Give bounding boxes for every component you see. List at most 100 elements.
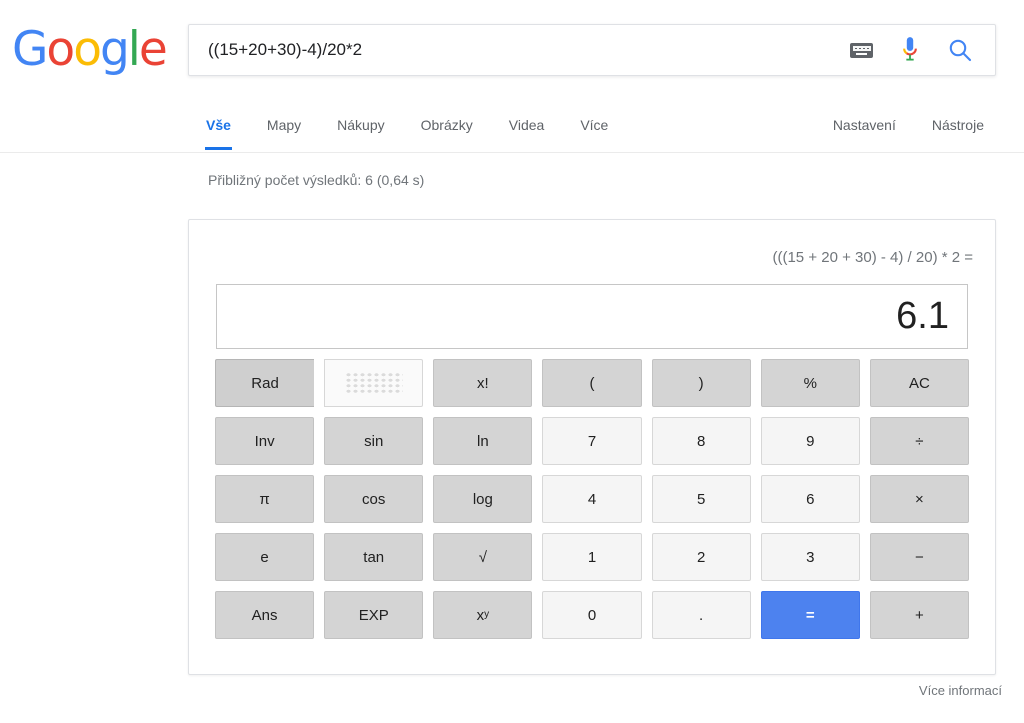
key-digit-2[interactable]: 2 bbox=[651, 533, 751, 581]
search-bar[interactable] bbox=[188, 24, 996, 76]
key-minus[interactable]: − bbox=[869, 533, 969, 581]
logo-letter-o1: o bbox=[46, 22, 75, 77]
key-log[interactable]: log bbox=[433, 475, 533, 523]
tab-label: Obrázky bbox=[420, 117, 473, 133]
settings-button[interactable]: Nastavení bbox=[815, 99, 914, 149]
keyboard-glyph bbox=[850, 42, 873, 58]
google-logo[interactable]: Google bbox=[12, 22, 168, 77]
tab-label: Videa bbox=[508, 117, 545, 133]
search-bar-icons bbox=[850, 36, 995, 64]
result-stats: Přibližný počet výsledků: 6 (0,64 s) bbox=[208, 172, 425, 188]
calculator-display[interactable]: 6.1 bbox=[216, 284, 968, 349]
key-label: 9 bbox=[806, 432, 815, 450]
key-label: 6 bbox=[806, 490, 815, 508]
key-tan[interactable]: tan bbox=[324, 533, 424, 581]
calculator-expression: (((15 + 20 + 30) - 4) / 20) * 2 = bbox=[772, 249, 973, 266]
search-glyph bbox=[949, 39, 972, 62]
key-label: √ bbox=[478, 548, 487, 566]
search-input[interactable] bbox=[189, 37, 850, 63]
key-power[interactable]: xy bbox=[433, 591, 533, 639]
tab-vse[interactable]: Vše bbox=[188, 99, 249, 150]
key-label: − bbox=[915, 548, 924, 566]
tab-nakupy[interactable]: Nákupy bbox=[319, 99, 402, 149]
tab-label: Vše bbox=[206, 117, 231, 133]
keyboard-icon[interactable] bbox=[850, 42, 873, 58]
key-percent[interactable]: % bbox=[760, 359, 860, 407]
tools-button[interactable]: Nástroje bbox=[914, 99, 1002, 149]
key-digit-8[interactable]: 8 bbox=[651, 417, 751, 465]
tab-videa[interactable]: Videa bbox=[491, 99, 563, 149]
key-label: 2 bbox=[696, 548, 706, 566]
logo-letter-e: e bbox=[138, 22, 168, 77]
key-cos[interactable]: cos bbox=[324, 475, 424, 523]
key-label: tan bbox=[363, 548, 385, 566]
rad-label: Rad bbox=[251, 374, 279, 392]
key-euler[interactable]: e bbox=[215, 533, 315, 581]
tab-label: Nákupy bbox=[337, 117, 385, 133]
key-equals[interactable]: = bbox=[760, 591, 860, 639]
logo-letter-g2: g bbox=[99, 22, 130, 77]
key-close-paren[interactable]: ) bbox=[651, 359, 751, 407]
key-factorial[interactable]: x! bbox=[433, 359, 533, 407]
search-nav-bar: Vše Mapy Nákupy Obrázky Videa Více Nasta… bbox=[0, 99, 1024, 153]
nav-actions: Nastavení Nástroje bbox=[815, 99, 1002, 149]
more-info-link[interactable]: Více informací bbox=[919, 683, 1002, 698]
key-decimal-point[interactable]: . bbox=[651, 591, 751, 639]
deg-mode-button[interactable] bbox=[324, 359, 424, 407]
key-label: 0 bbox=[587, 606, 597, 624]
tab-label: Více bbox=[580, 117, 609, 133]
tab-obrazky[interactable]: Obrázky bbox=[403, 99, 491, 149]
key-label: Ans bbox=[251, 606, 278, 624]
key-multiply[interactable]: × bbox=[869, 475, 969, 523]
key-digit-4[interactable]: 4 bbox=[542, 475, 642, 523]
key-label: cos bbox=[362, 490, 386, 508]
key-label: AC bbox=[909, 374, 930, 392]
microphone-icon[interactable] bbox=[899, 36, 921, 64]
tab-label: Mapy bbox=[266, 117, 302, 133]
key-inverse[interactable]: Inv bbox=[215, 417, 315, 465]
key-digit-3[interactable]: 3 bbox=[760, 533, 860, 581]
key-digit-9[interactable]: 9 bbox=[760, 417, 860, 465]
key-label: 4 bbox=[587, 490, 597, 508]
key-digit-1[interactable]: 1 bbox=[542, 533, 642, 581]
key-label: ( bbox=[589, 374, 595, 392]
key-answer[interactable]: Ans bbox=[215, 591, 315, 639]
nav-tabs: Vše Mapy Nákupy Obrázky Videa Více bbox=[188, 99, 626, 150]
key-digit-0[interactable]: 0 bbox=[542, 591, 642, 639]
key-digit-7[interactable]: 7 bbox=[542, 417, 642, 465]
tab-mapy[interactable]: Mapy bbox=[249, 99, 319, 149]
page-header: Google bbox=[0, 0, 1024, 99]
microphone-glyph bbox=[903, 37, 917, 61]
key-label: × bbox=[915, 490, 924, 508]
key-pi[interactable]: π bbox=[215, 475, 315, 523]
logo-letter-o2: o bbox=[73, 22, 102, 77]
logo-letter-l: l bbox=[127, 22, 141, 77]
calculator-card: (((15 + 20 + 30) - 4) / 20) * 2 = 6.1 Ra… bbox=[188, 219, 996, 675]
key-label: ) bbox=[698, 374, 704, 392]
key-plus[interactable]: + bbox=[869, 591, 969, 639]
key-sin[interactable]: sin bbox=[324, 417, 424, 465]
settings-label: Nastavení bbox=[832, 117, 896, 133]
key-digit-5[interactable]: 5 bbox=[651, 475, 751, 523]
key-all-clear[interactable]: AC bbox=[869, 359, 969, 407]
key-square-root[interactable]: √ bbox=[433, 533, 533, 581]
key-digit-6[interactable]: 6 bbox=[760, 475, 860, 523]
calculator-result: 6.1 bbox=[896, 295, 949, 337]
key-exponent[interactable]: EXP bbox=[324, 591, 424, 639]
search-icon[interactable] bbox=[947, 37, 973, 63]
key-label: sin bbox=[364, 432, 384, 450]
calculator-keypad: Rad x! ( ) % AC Inv sin ln 7 8 9 ÷ π cos… bbox=[215, 359, 969, 639]
key-ln[interactable]: ln bbox=[433, 417, 533, 465]
key-label: 1 bbox=[587, 548, 597, 566]
key-label: ln bbox=[477, 432, 489, 450]
key-label: + bbox=[915, 606, 924, 624]
key-open-paren[interactable]: ( bbox=[542, 359, 642, 407]
tab-vice[interactable]: Více bbox=[562, 99, 626, 149]
key-label: e bbox=[260, 548, 269, 566]
rad-mode-button[interactable]: Rad bbox=[215, 359, 315, 407]
key-label: 3 bbox=[806, 548, 815, 566]
key-label: = bbox=[805, 606, 815, 624]
key-divide[interactable]: ÷ bbox=[869, 417, 969, 465]
logo-letter-g1: G bbox=[12, 22, 48, 77]
key-label: ÷ bbox=[915, 432, 924, 450]
